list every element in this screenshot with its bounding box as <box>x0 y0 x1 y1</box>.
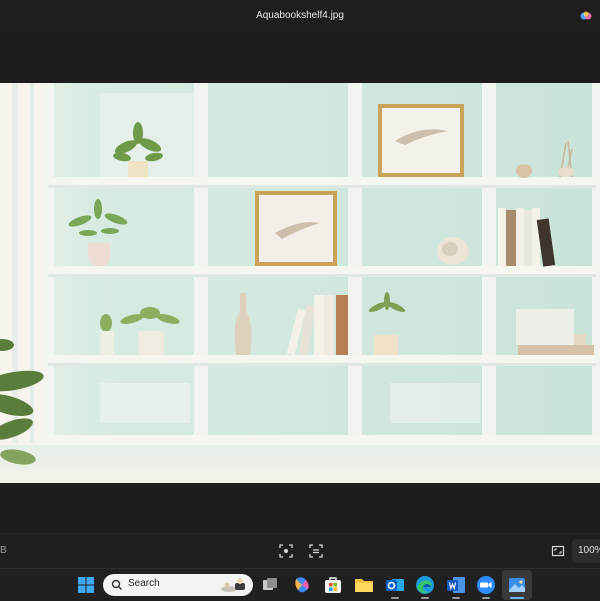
viewer-bottom-bar: B 100% <box>0 533 600 569</box>
outlook-icon[interactable] <box>383 573 407 597</box>
word-running-indicator <box>452 597 460 599</box>
outlook-running-indicator <box>391 597 399 599</box>
microsoft-store-icon[interactable] <box>321 573 345 597</box>
search-icon <box>111 579 122 590</box>
photo-image <box>0 83 600 483</box>
windows-start-icon[interactable] <box>74 573 98 597</box>
bookshelf-photo <box>0 83 600 483</box>
edge-running-indicator <box>421 597 429 599</box>
photos-app-icon[interactable] <box>505 573 529 597</box>
task-view-icon[interactable] <box>258 573 282 597</box>
copilot-icon[interactable] <box>580 10 592 22</box>
fit-to-window-icon[interactable] <box>278 543 294 559</box>
zoom-level-input[interactable]: 100% <box>572 539 600 563</box>
window-title: Aquabookshelf4.jpg <box>256 10 344 21</box>
photos-active-indicator <box>510 597 524 599</box>
file-size-text: B <box>0 545 7 556</box>
visual-search-icon[interactable] <box>308 543 324 559</box>
taskbar-search-box[interactable]: Search <box>103 574 253 596</box>
zoom-running-indicator <box>482 597 490 599</box>
fullscreen-icon[interactable] <box>550 543 566 559</box>
copilot-taskbar-icon[interactable] <box>290 573 314 597</box>
file-explorer-icon[interactable] <box>352 573 376 597</box>
taskbar: Search <box>0 568 600 601</box>
zoom-app-icon[interactable] <box>474 573 498 597</box>
title-bar: Aquabookshelf4.jpg <box>0 0 600 34</box>
search-highlight-icon <box>221 578 245 592</box>
word-icon[interactable] <box>444 573 468 597</box>
search-label: Search <box>128 578 160 589</box>
edge-icon[interactable] <box>413 573 437 597</box>
